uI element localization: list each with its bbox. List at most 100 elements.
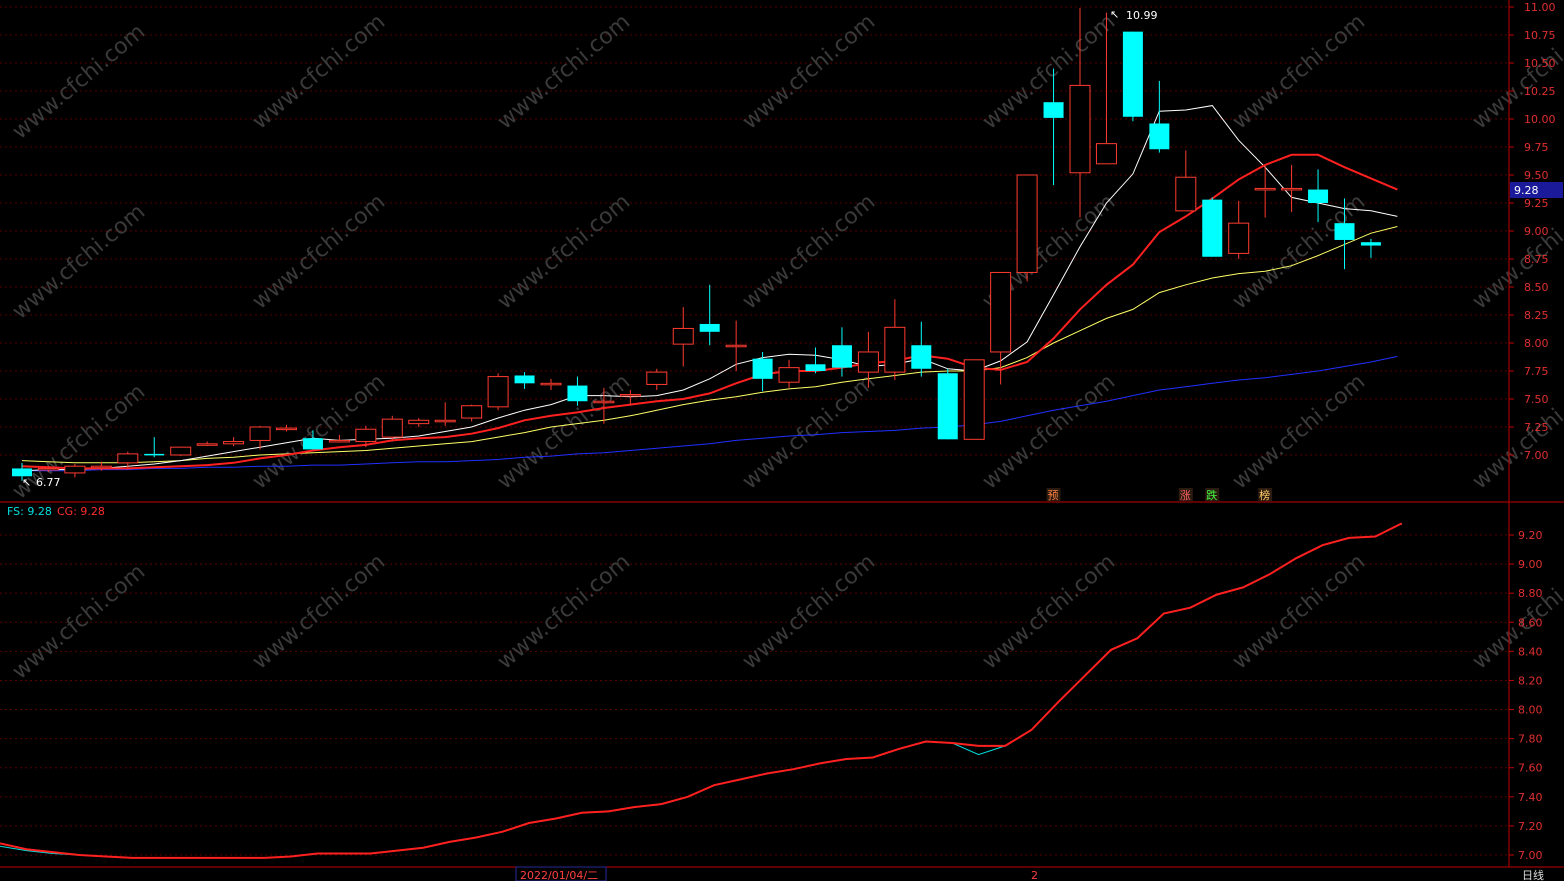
candle-body-up <box>223 441 245 445</box>
candle-body-up <box>249 426 271 441</box>
candle-body-up <box>646 371 668 385</box>
candle-body-up <box>170 446 192 456</box>
candle-body-down <box>1122 31 1143 117</box>
candle-body-up <box>725 344 747 348</box>
candle-body-down <box>1334 223 1355 240</box>
price-tick-label: 9.25 <box>1524 197 1549 210</box>
indicator-tick-label: 9.00 <box>1518 558 1543 571</box>
stock-chart-canvas: www.cfchi.com www.cfchi.com www.cfchi.com w… <box>0 0 1564 881</box>
candle-body-up <box>672 327 694 345</box>
watermark-text: www.cfchi.com <box>738 549 880 674</box>
price-tick-label: 11.00 <box>1524 1 1556 14</box>
fs-legend: FS: 9.28 <box>7 505 52 518</box>
candle-body-up <box>857 351 879 373</box>
indicator-tick-label: 9.20 <box>1518 529 1543 542</box>
event-tag: 榜 <box>1259 488 1270 502</box>
price-tick-label: 9.50 <box>1524 169 1549 182</box>
candle-body-down <box>699 323 720 332</box>
indicator-tick-label: 7.60 <box>1518 762 1543 775</box>
candle-body-down <box>805 364 826 371</box>
candle-body-down <box>911 345 932 369</box>
candle-body-down <box>1043 102 1064 118</box>
candle-body-up <box>487 376 509 408</box>
watermark-text: www.cfchi.com <box>493 189 635 314</box>
candle-body-up <box>90 465 112 469</box>
watermark-text: www.cfchi.com <box>1468 189 1564 314</box>
watermark-text: www.cfchi.com <box>1228 549 1370 674</box>
watermark-text: www.cfchi.com <box>1468 549 1564 674</box>
watermark-text: www.cfchi.com <box>248 549 390 674</box>
candle-body-up <box>196 443 218 446</box>
watermark-text: www.cfchi.com <box>493 9 635 134</box>
watermark-text: www.cfchi.com <box>1468 369 1564 494</box>
candle-body-down <box>567 385 588 402</box>
candle-body-down <box>1360 242 1381 246</box>
high-annotation: 10.99 <box>1126 9 1158 22</box>
event-tag: 涨 <box>1180 489 1191 502</box>
date-label[interactable]: 2022/01/04/二 <box>520 869 598 881</box>
price-tick-label: 10.50 <box>1524 57 1556 70</box>
candle-body-up <box>963 359 985 440</box>
price-panel[interactable]: 预涨跌榜 <box>12 8 1398 502</box>
watermark-text: www.cfchi.com <box>8 19 150 144</box>
candle-body-up <box>884 326 906 373</box>
candle-body-up <box>434 419 456 423</box>
indicator-panel[interactable] <box>0 522 1403 859</box>
price-tick-label: 9.00 <box>1524 225 1549 238</box>
candle-body-up <box>593 400 615 404</box>
watermark-text: www.cfchi.com <box>1228 369 1370 494</box>
indicator-tick-label: 8.40 <box>1518 645 1543 658</box>
candle-body-up <box>461 405 483 419</box>
candle-body-down <box>937 373 958 440</box>
candle-body-up <box>64 465 86 474</box>
candle-body-up <box>1281 187 1303 191</box>
candle-body-up <box>1254 187 1276 191</box>
candle-body-down <box>144 453 165 456</box>
candle-body-down <box>752 358 773 379</box>
watermark-text: www.cfchi.com <box>738 9 880 134</box>
indicator-tick-label: 7.40 <box>1518 791 1543 804</box>
candle-body-down <box>514 375 535 384</box>
event-tag: 跌 <box>1206 488 1217 502</box>
price-tick-label: 9.75 <box>1524 141 1549 154</box>
cg-legend: CG: 9.28 <box>57 505 105 518</box>
price-tick-label: 7.75 <box>1524 365 1549 378</box>
watermark-text: www.cfchi.com <box>1228 9 1370 134</box>
indicator-tick-label: 7.00 <box>1518 849 1543 862</box>
indicator-tick-label: 8.20 <box>1518 674 1543 687</box>
candle-body-down <box>831 345 852 368</box>
candle-body-up <box>408 419 430 425</box>
price-tick-label: 10.25 <box>1524 85 1556 98</box>
price-tick-label: 8.25 <box>1524 309 1549 322</box>
candle-body-up <box>381 418 403 438</box>
candle-body-down <box>1202 199 1223 257</box>
price-tick-label: 7.25 <box>1524 421 1549 434</box>
candle-body-up <box>1228 222 1250 254</box>
candle-body-up <box>117 453 139 464</box>
indicator-tick-label: 8.80 <box>1518 587 1543 600</box>
last-price-tag: 9.28 <box>1514 184 1539 197</box>
watermark-text: www.cfchi.com <box>493 549 635 674</box>
watermark-text: www.cfchi.com <box>248 9 390 134</box>
price-tick-label: 7.00 <box>1524 449 1549 462</box>
watermark-layer: www.cfchi.com www.cfchi.com www.cfchi.com w… <box>8 9 1564 684</box>
price-tick-label: 10.00 <box>1524 113 1556 126</box>
high-annotation-arrow: ↖ <box>1110 8 1119 21</box>
price-tick-label: 8.00 <box>1524 337 1549 350</box>
candle-body-up <box>778 367 800 383</box>
candle-body-up <box>37 467 59 471</box>
indicator-tick-label: 7.20 <box>1518 820 1543 833</box>
candle-body-up <box>1095 143 1117 165</box>
candle-body-up <box>276 427 297 431</box>
period-label[interactable]: 日线 <box>1522 868 1544 881</box>
watermark-text: www.cfchi.com <box>8 199 150 324</box>
cg-line <box>0 522 1403 859</box>
watermark-text: www.cfchi.com <box>978 549 1120 674</box>
candle-body-up <box>540 382 562 386</box>
price-tick-label: 10.75 <box>1524 29 1556 42</box>
event-tag: 预 <box>1048 489 1059 502</box>
month-marker: 2 <box>1031 869 1038 881</box>
candle-body-up <box>1016 174 1038 273</box>
watermark-text: www.cfchi.com <box>738 189 880 314</box>
candle-body-up <box>1069 84 1091 174</box>
